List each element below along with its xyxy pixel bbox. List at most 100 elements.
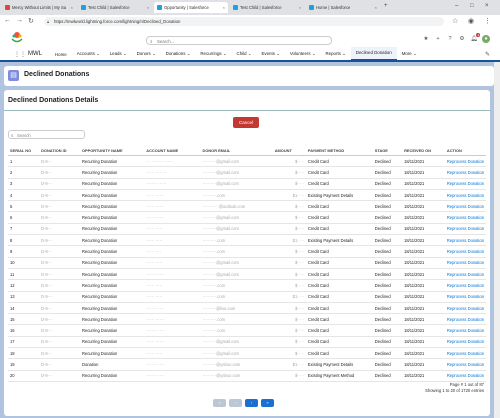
help-icon[interactable]: ? — [446, 35, 454, 43]
chevron-down-icon[interactable]: ⌄ — [248, 51, 252, 56]
close-icon[interactable]: × — [375, 5, 377, 10]
profile-icon[interactable]: ◉ — [468, 17, 474, 25]
edit-nav-pencil-icon[interactable]: ✎ — [485, 51, 490, 58]
donation-id-cell: D-9··· — [39, 336, 80, 349]
maximize-icon[interactable]: □ — [470, 3, 474, 9]
nav-item-recurrings[interactable]: Recurrings ⌄ — [195, 51, 231, 57]
chevron-down-icon[interactable]: ⌄ — [187, 51, 191, 56]
reprocess-donation-link[interactable]: Reprocess Donation — [444, 279, 486, 292]
setup-gear-icon[interactable]: ⚙ — [458, 35, 466, 43]
reprocess-donation-link[interactable]: Reprocess Donation — [444, 358, 486, 371]
new-tab-icon[interactable]: + — [384, 3, 388, 9]
browser-tab[interactable]: Mercy Without Limits | My Sa × — [2, 2, 76, 13]
close-window-icon[interactable]: × — [485, 3, 489, 9]
column-header[interactable]: SERIAL NO — [8, 146, 40, 156]
nav-item-donors[interactable]: Donors ⌄ — [132, 51, 161, 57]
reprocess-donation-link[interactable]: Reprocess Donation — [444, 313, 486, 326]
close-icon[interactable]: × — [223, 5, 225, 10]
reprocess-donation-link[interactable]: Reprocess Donation — [444, 302, 486, 315]
reprocess-donation-link[interactable]: Reprocess Donation — [444, 211, 486, 224]
amount-cell: $·· ·· — [272, 279, 306, 292]
reprocess-donation-link[interactable]: Reprocess Donation — [444, 166, 486, 179]
opportunity-name-cell: Recurring Donation — [79, 234, 145, 247]
nav-item-more[interactable]: More ⌄ — [397, 51, 422, 57]
nav-item-events[interactable]: Events ⌄ — [256, 51, 284, 57]
chevron-down-icon[interactable]: ⌄ — [276, 51, 280, 56]
nav-item-reports[interactable]: Reports ⌄ — [321, 51, 351, 57]
column-header[interactable]: ACTION — [444, 146, 486, 156]
chevron-down-icon[interactable]: ⌄ — [342, 51, 346, 56]
global-search-input[interactable]: ⌕ Search... — [146, 36, 332, 45]
donation-id-cell: D-9··· — [39, 279, 80, 292]
favorites-icon[interactable]: ★ — [422, 35, 430, 43]
prev-page-button[interactable]: ‹ — [229, 399, 242, 407]
notifications-bell-icon[interactable]: 🔔︎ 1 — [470, 33, 480, 43]
minimize-icon[interactable]: – — [455, 3, 458, 9]
close-icon[interactable]: × — [71, 5, 73, 10]
nav-item-donations[interactable]: Donations ⌄ — [161, 51, 196, 57]
column-header[interactable]: DONOR EMAIL — [200, 146, 273, 156]
column-header[interactable]: ACCOUNT NAME — [144, 146, 201, 156]
avatar[interactable]: ● — [482, 35, 490, 43]
stage-cell: Declined — [372, 189, 403, 202]
star-icon[interactable]: ☆ — [452, 17, 458, 25]
browser-tab-active[interactable]: Opportunity | Salesforce × — [154, 2, 228, 13]
chevron-down-icon[interactable]: ⌄ — [312, 51, 316, 56]
app-launcher-icon[interactable]: ⋮⋮ — [14, 51, 26, 58]
column-header[interactable]: RECEIVED ON — [402, 146, 445, 156]
page-scrollbar[interactable] — [494, 62, 500, 418]
chevron-down-icon[interactable]: ⌄ — [152, 51, 156, 56]
chevron-down-icon[interactable]: ⌄ — [413, 51, 417, 56]
reload-icon[interactable]: ↻ — [28, 17, 34, 25]
close-icon[interactable]: × — [299, 5, 301, 10]
column-header[interactable]: DONATION ID — [39, 146, 80, 156]
chevron-down-icon[interactable]: ⌄ — [123, 51, 127, 56]
column-header[interactable]: PAYMENT METHOD — [305, 146, 373, 156]
reprocess-donation-link[interactable]: Reprocess Donation — [444, 370, 486, 382]
column-header[interactable]: AMOUNT — [272, 146, 306, 156]
account-name-cell: ······ ····· — [144, 257, 201, 269]
reprocess-donation-link[interactable]: Reprocess Donation — [444, 200, 486, 213]
next-page-button[interactable]: › — [245, 399, 258, 407]
reprocess-donation-link[interactable]: Reprocess Donation — [444, 234, 486, 247]
first-page-button[interactable]: « — [213, 399, 226, 407]
close-icon[interactable]: × — [147, 5, 149, 10]
browser-tab[interactable]: Test Child | Salesforce × — [78, 2, 152, 13]
reprocess-donation-link[interactable]: Reprocess Donation — [444, 257, 486, 269]
forward-icon[interactable]: → — [16, 17, 23, 24]
nav-item-child[interactable]: Child ⌄ — [232, 51, 257, 57]
reprocess-donation-link[interactable]: Reprocess Donation — [444, 155, 486, 168]
reprocess-donation-link[interactable]: Reprocess Donation — [444, 189, 486, 202]
column-header[interactable]: OPPORTUNITY NAME — [79, 146, 145, 156]
cancel-button[interactable]: Cancel — [233, 117, 259, 128]
menu-icon[interactable]: ⋮ — [484, 17, 491, 25]
serial-no-cell: 14 — [8, 302, 40, 315]
nav-item-volunteers[interactable]: Volunteers ⌄ — [285, 51, 321, 57]
add-icon[interactable]: + — [434, 35, 442, 43]
reprocess-donation-link[interactable]: Reprocess Donation — [444, 223, 486, 236]
serial-no-cell: 15 — [8, 313, 40, 326]
chevron-down-icon[interactable]: ⌄ — [223, 51, 227, 56]
table-search-input[interactable]: ⌕ Search — [8, 130, 85, 139]
nav-item-declined-donation[interactable]: Declined Donation — [350, 47, 397, 61]
back-icon[interactable]: ← — [4, 17, 11, 24]
nav-item-accounts[interactable]: Accounts ⌄ — [72, 51, 105, 57]
browser-tab[interactable]: Test Child | Salesforce × — [230, 2, 304, 13]
url-field[interactable]: 🔒︎ https://mwlworld.lightning.force.com/… — [44, 17, 444, 26]
reprocess-donation-link[interactable]: Reprocess Donation — [444, 178, 486, 190]
donor-email-cell: ··········@gmail.com — [200, 268, 273, 281]
reprocess-donation-link[interactable]: Reprocess Donation — [444, 291, 486, 303]
reprocess-donation-link[interactable]: Reprocess Donation — [444, 268, 486, 281]
reprocess-donation-link[interactable]: Reprocess Donation — [444, 336, 486, 349]
chevron-down-icon[interactable]: ⌄ — [96, 51, 100, 56]
browser-tab[interactable]: Home | Salesforce × — [306, 2, 380, 13]
nav-item-leads[interactable]: Leads ⌄ — [105, 51, 132, 57]
reprocess-donation-link[interactable]: Reprocess Donation — [444, 245, 486, 258]
reprocess-donation-link[interactable]: Reprocess Donation — [444, 324, 486, 337]
column-header[interactable]: STAGE — [372, 146, 403, 156]
last-page-button[interactable]: » — [261, 399, 274, 407]
reprocess-donation-link[interactable]: Reprocess Donation — [444, 347, 486, 360]
nav-item-home[interactable]: Home — [50, 52, 72, 57]
opportunity-name-cell: Donation — [79, 358, 145, 371]
opportunity-name-cell: Recurring Donation — [79, 302, 145, 315]
